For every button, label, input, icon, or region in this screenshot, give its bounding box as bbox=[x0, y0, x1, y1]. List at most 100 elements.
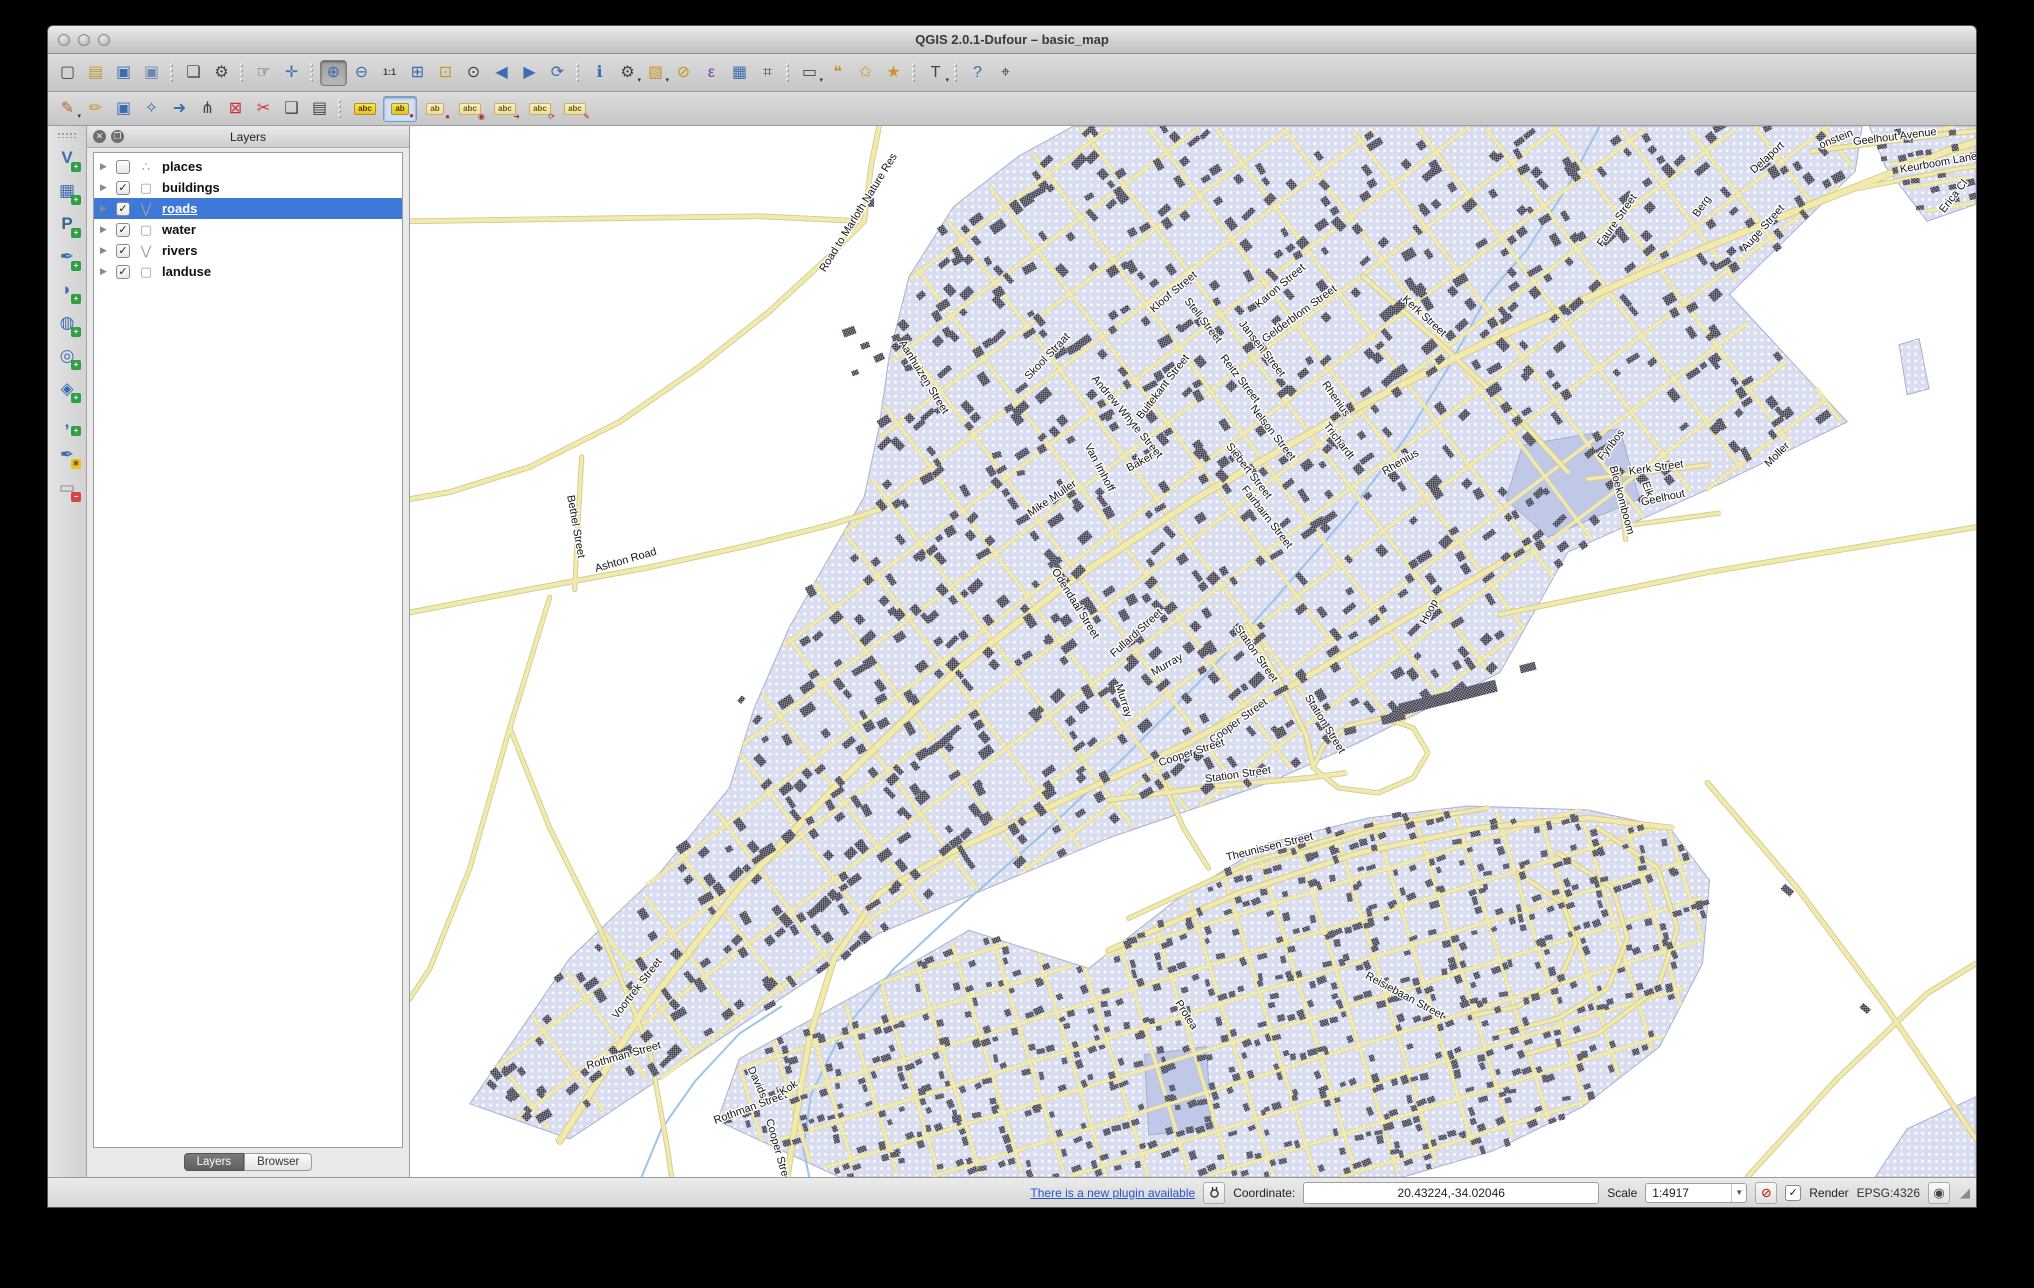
new-spatialite-layer-button[interactable]: ✒✱ bbox=[54, 442, 80, 468]
composer-manager-button[interactable]: ⚙ bbox=[208, 60, 235, 86]
change-label-button[interactable]: abc✎ bbox=[558, 96, 592, 122]
coordinate-input[interactable] bbox=[1303, 1182, 1599, 1204]
refresh-map-button[interactable]: ⟳ bbox=[544, 60, 571, 86]
chevron-down-icon[interactable]: ▼ bbox=[1731, 1184, 1746, 1202]
paste-features-button[interactable]: ▤ bbox=[306, 96, 333, 122]
node-tool-button[interactable]: ⋔ bbox=[194, 96, 221, 122]
save-layer-edits-button[interactable]: ▣ bbox=[110, 96, 137, 122]
text-annotation-button[interactable]: T▾ bbox=[922, 60, 949, 86]
add-raster-layer-button[interactable]: ▦+ bbox=[54, 178, 80, 204]
dropdown-arrow-icon[interactable]: ▾ bbox=[945, 76, 949, 84]
layer-visibility-checkbox[interactable] bbox=[116, 160, 130, 174]
add-mssql-layer-button[interactable]: ◗+ bbox=[54, 277, 80, 303]
highlight-pinned-labels-button[interactable]: ab● bbox=[418, 96, 452, 122]
zoom-native-button[interactable]: 1:1 bbox=[376, 60, 403, 86]
panel-tab-layers[interactable]: Layers bbox=[184, 1153, 245, 1171]
new-bookmark-button[interactable]: ✩ bbox=[852, 60, 879, 86]
cut-features-button[interactable]: ✂ bbox=[250, 96, 277, 122]
map-canvas[interactable]: Road to Marloth Nature ResGeelhout Avenu… bbox=[410, 126, 1976, 1177]
dropdown-arrow-icon[interactable]: ▾ bbox=[665, 76, 669, 84]
panel-tab-browser[interactable]: Browser bbox=[244, 1153, 312, 1171]
map-tips-button[interactable]: ❝ bbox=[824, 60, 851, 86]
render-checkbox[interactable]: ✓ bbox=[1785, 1185, 1801, 1201]
layer-visibility-checkbox[interactable]: ✓ bbox=[116, 223, 130, 237]
expand-arrow-icon[interactable]: ▶ bbox=[100, 182, 110, 193]
deselect-features-button[interactable]: ⊘ bbox=[670, 60, 697, 86]
add-feature-button[interactable]: ✧ bbox=[138, 96, 165, 122]
zoom-in-button[interactable]: ⊕ bbox=[320, 60, 347, 86]
add-wcs-layer-button[interactable]: ◎+ bbox=[54, 343, 80, 369]
save-project-button[interactable]: ▣ bbox=[110, 60, 137, 86]
layer-row-roads[interactable]: ▶✓⋁roads bbox=[94, 198, 402, 219]
layer-row-landuse[interactable]: ▶✓▢landuse bbox=[94, 261, 402, 282]
stop-render-icon[interactable]: ⊘ bbox=[1755, 1182, 1777, 1204]
expand-arrow-icon[interactable]: ▶ bbox=[100, 224, 110, 235]
dropdown-arrow-icon[interactable]: ▾ bbox=[77, 112, 81, 120]
identify-features-button[interactable]: ℹ bbox=[586, 60, 613, 86]
zoom-to-selection-button[interactable]: ⊡ bbox=[432, 60, 459, 86]
dropdown-arrow-icon[interactable]: ▾ bbox=[819, 76, 823, 84]
layer-row-water[interactable]: ▶✓▢water bbox=[94, 219, 402, 240]
add-spatialite-layer-button[interactable]: ✒+ bbox=[54, 244, 80, 270]
plugin-available-link[interactable]: There is a new plugin available bbox=[1030, 1186, 1195, 1200]
show-bookmarks-button[interactable]: ★ bbox=[880, 60, 907, 86]
whats-this-button[interactable]: ⌖ bbox=[992, 60, 1019, 86]
title-bar[interactable]: QGIS 2.0.1-Dufour – basic_map bbox=[48, 26, 1976, 54]
show-hide-labels-button[interactable]: abc◉ bbox=[453, 96, 487, 122]
pin-unpin-labels-button[interactable]: ab● bbox=[383, 96, 417, 122]
current-edits-button[interactable]: ✎▾ bbox=[54, 96, 81, 122]
expand-arrow-icon[interactable]: ▶ bbox=[100, 266, 110, 277]
show-hide-labels-marker-icon: ◉ bbox=[478, 113, 485, 121]
toolbar-drag-handle[interactable] bbox=[57, 132, 77, 138]
delete-selected-button[interactable]: ⊠ bbox=[222, 96, 249, 122]
expand-arrow-icon[interactable]: ▶ bbox=[100, 203, 110, 214]
layer-row-rivers[interactable]: ▶✓⋁rivers bbox=[94, 240, 402, 261]
layer-visibility-checkbox[interactable]: ✓ bbox=[116, 181, 130, 195]
dropdown-arrow-icon[interactable]: ▾ bbox=[637, 76, 641, 84]
labeling-options-button[interactable]: abc bbox=[348, 96, 382, 122]
select-by-expression-button[interactable]: ε bbox=[698, 60, 725, 86]
select-by-expression-icon: ε bbox=[708, 65, 715, 81]
zoom-to-layer-button[interactable]: ⊙ bbox=[460, 60, 487, 86]
add-wfs-layer-button[interactable]: ◈+ bbox=[54, 376, 80, 402]
zoom-out-button[interactable]: ⊖ bbox=[348, 60, 375, 86]
new-print-composer-button[interactable]: ❏ bbox=[180, 60, 207, 86]
open-attribute-table-button[interactable]: ▦ bbox=[726, 60, 753, 86]
layer-visibility-checkbox[interactable]: ✓ bbox=[116, 202, 130, 216]
toggle-editing-button[interactable]: ✏ bbox=[82, 96, 109, 122]
layer-visibility-checkbox[interactable]: ✓ bbox=[116, 244, 130, 258]
zoom-full-button[interactable]: ⊞ bbox=[404, 60, 431, 86]
scale-combo[interactable]: 1:4917 ▼ bbox=[1645, 1183, 1747, 1203]
expand-arrow-icon[interactable]: ▶ bbox=[100, 245, 110, 256]
field-calculator-button[interactable]: ⌗ bbox=[754, 60, 781, 86]
add-wms-layer-button[interactable]: ◍+ bbox=[54, 310, 80, 336]
add-delimited-text-layer-button[interactable]: ,+ bbox=[54, 409, 80, 435]
select-features-button[interactable]: ▧▾ bbox=[642, 60, 669, 86]
measure-line-button[interactable]: ▭▾ bbox=[796, 60, 823, 86]
run-feature-action-button[interactable]: ⚙▾ bbox=[614, 60, 641, 86]
zoom-last-button[interactable]: ◀ bbox=[488, 60, 515, 86]
save-project-as-button[interactable]: ▣ bbox=[138, 60, 165, 86]
zoom-in-icon: ⊕ bbox=[327, 65, 340, 81]
resize-grip[interactable]: ◢ bbox=[1960, 1185, 1970, 1201]
pan-map-button[interactable]: ☞ bbox=[250, 60, 277, 86]
plugin-icon[interactable] bbox=[1203, 1182, 1225, 1204]
add-postgis-layer-button[interactable]: P+ bbox=[54, 211, 80, 237]
layer-row-places[interactable]: ▶∴places bbox=[94, 156, 402, 177]
copy-features-button[interactable]: ❑ bbox=[278, 96, 305, 122]
coordinate-label: Coordinate: bbox=[1233, 1186, 1295, 1200]
help-contents-button[interactable]: ? bbox=[964, 60, 991, 86]
crs-status-button[interactable]: ◉ bbox=[1928, 1182, 1950, 1204]
move-feature-button[interactable]: ➜ bbox=[166, 96, 193, 122]
new-shapefile-layer-button[interactable]: ▭− bbox=[54, 475, 80, 501]
layer-visibility-checkbox[interactable]: ✓ bbox=[116, 265, 130, 279]
open-project-button[interactable]: ▤ bbox=[82, 60, 109, 86]
rotate-label-button[interactable]: abc⟳ bbox=[523, 96, 557, 122]
add-vector-layer-button[interactable]: V+ bbox=[54, 145, 80, 171]
new-project-button[interactable]: ▢ bbox=[54, 60, 81, 86]
expand-arrow-icon[interactable]: ▶ bbox=[100, 161, 110, 172]
zoom-next-button[interactable]: ▶ bbox=[516, 60, 543, 86]
move-label-button[interactable]: abc➜ bbox=[488, 96, 522, 122]
pan-to-selection-button[interactable]: ✛ bbox=[278, 60, 305, 86]
layer-row-buildings[interactable]: ▶✓▢buildings bbox=[94, 177, 402, 198]
